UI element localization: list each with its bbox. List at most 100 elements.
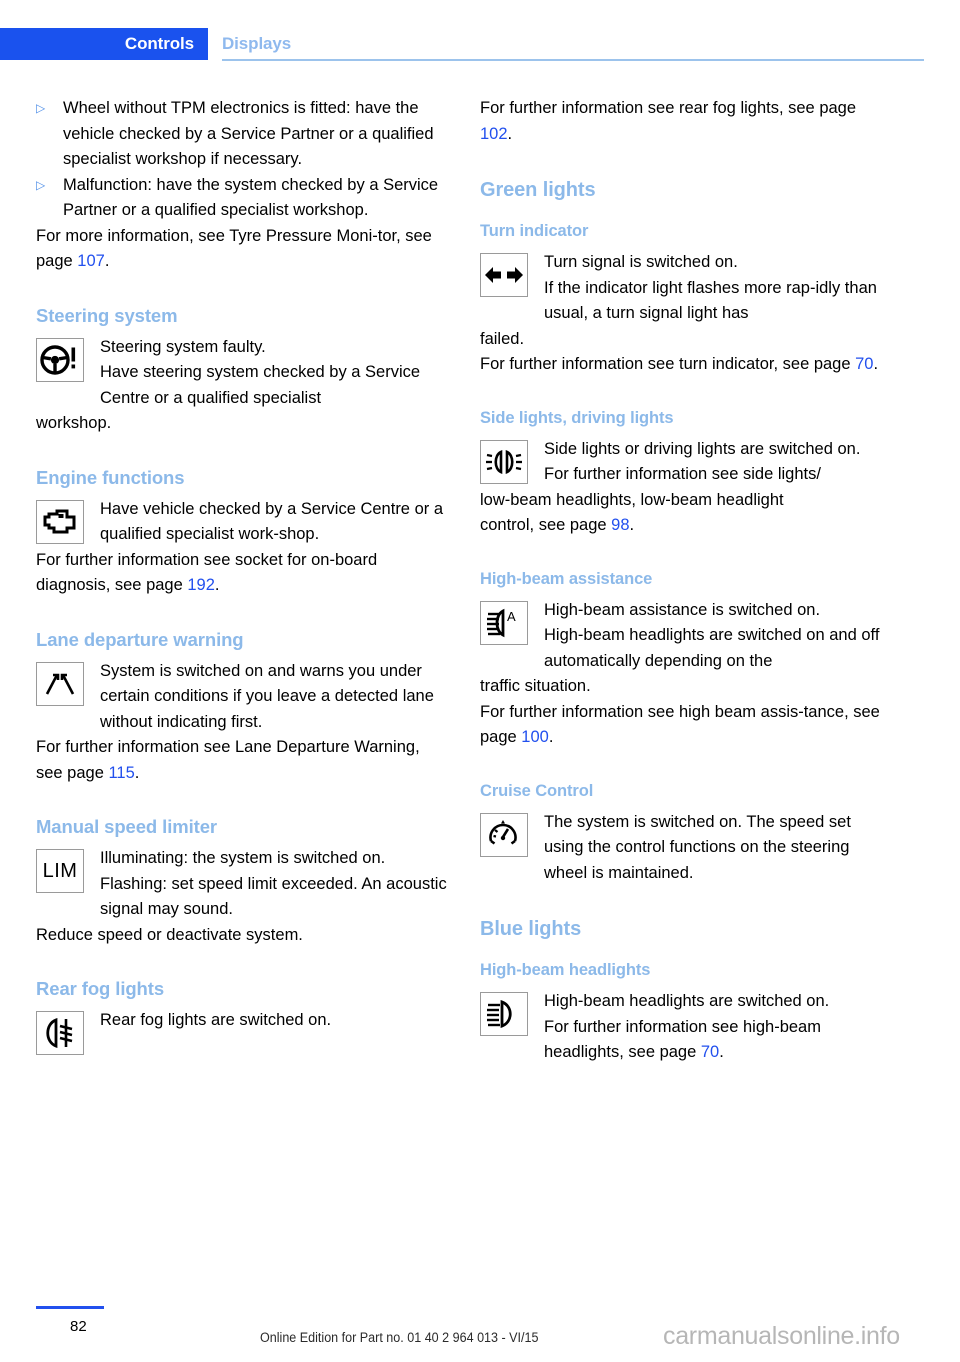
- cruise-control-speedometer-icon: [480, 812, 528, 857]
- high-beam-assist-icon: A: [480, 600, 528, 645]
- lim-icon: LIM: [36, 849, 84, 893]
- section-heading-engine-functions: Engine functions: [36, 466, 185, 488]
- steering-line-3: workshop.: [36, 414, 112, 432]
- page-link-102[interactable]: 102: [480, 125, 508, 143]
- engine-reference-paragraph: For further information see socket for o…: [36, 548, 448, 599]
- side-line-3: low-beam headlights, low-beam headlight: [480, 490, 784, 509]
- list-item: ▷ Malfunction: have the system checked b…: [36, 173, 448, 224]
- edition-notice: Online Edition for Part no. 01 40 2 964 …: [260, 1330, 539, 1345]
- engine-check-icon: [36, 499, 84, 544]
- header-tab-bar: Controls Displays: [0, 28, 960, 60]
- lim-icon-label: LIM: [42, 859, 78, 882]
- group-heading-blue-lights: Blue lights: [480, 918, 582, 940]
- list-item-text: Malfunction: have the system checked by …: [63, 175, 439, 220]
- steering-system-text: Steering system faulty. Have steering sy…: [36, 335, 448, 437]
- manual-speed-limiter-block: LIM Illuminating: the system is switched…: [36, 846, 448, 923]
- side-line-1: Side lights or driving lights are switch…: [544, 439, 861, 458]
- hbh-ref-text: For further information see high-beam he…: [544, 1017, 821, 1062]
- rear-fog-light-icon: [36, 1011, 84, 1055]
- turn-indicator-arrows-icon: [480, 253, 528, 297]
- footer-divider: [36, 1306, 104, 1309]
- page-number: 82: [70, 1318, 87, 1335]
- section-heading-high-beam-assistance: High-beam assistance: [480, 569, 653, 588]
- site-watermark: carmanualsonline.info: [663, 1322, 900, 1350]
- lane-departure-icon: [36, 661, 84, 706]
- page-header: Controls Displays: [0, 28, 960, 60]
- turn-ref-suffix: .: [873, 355, 879, 373]
- rear-fog-reference-paragraph: For further information see rear fog lig…: [480, 96, 892, 147]
- lane-ref-prefix: For further information see Lane Departu…: [36, 738, 420, 782]
- hba-line-1: High-beam assistance is switched on.: [544, 600, 821, 619]
- side-lights-text: Side lights or driving lights are switch…: [480, 437, 892, 514]
- hbh-line-2: For further information see high-beam he…: [480, 1015, 892, 1066]
- page-link-70-turn[interactable]: 70: [855, 355, 873, 373]
- hba-line-2: High-beam headlights are switched on and…: [544, 626, 880, 670]
- left-column: ▷ Wheel without TPM electronics is fitte…: [36, 96, 448, 1058]
- section-heading-turn-indicator: Turn indicator: [480, 222, 589, 240]
- manual-speed-limiter-text: Illuminating: the system is switched on.…: [36, 846, 448, 923]
- header-divider: [222, 59, 924, 61]
- page-link-70-highbeam[interactable]: 70: [701, 1043, 719, 1061]
- list-item: ▷ Wheel without TPM electronics is fitte…: [36, 96, 448, 173]
- rear-fog-lights-block: Rear fog lights are switched on.: [36, 1008, 448, 1058]
- section-heading-cruise-control: Cruise Control: [480, 781, 594, 800]
- high-beam-assistance-text: High-beam assistance is switched on. Hig…: [480, 598, 892, 700]
- svg-text:A: A: [507, 609, 516, 624]
- triangle-bullet-icon: ▷: [36, 101, 46, 115]
- high-beam-assistance-block: A High-beam assistance is switched on. H…: [480, 598, 892, 700]
- turn-ref-prefix: For further information see turn indicat…: [480, 355, 856, 373]
- high-beam-headlight-icon: [480, 992, 528, 1036]
- list-item-text: Wheel without TPM electronics is fitted:…: [63, 99, 434, 168]
- side-line-2: For further information see side lights/: [544, 465, 821, 483]
- rear-fog-line-1: Rear fog lights are switched on.: [100, 1011, 332, 1029]
- side-ref-prefix: control, see page: [480, 516, 612, 534]
- section-heading-side-lights: Side lights, driving lights: [480, 408, 674, 427]
- rfl-ref-prefix: For further information see rear fog lig…: [480, 99, 857, 117]
- rear-fog-lights-text: Rear fog lights are switched on.: [36, 1008, 448, 1034]
- high-beam-headlights-block: High-beam headlights are switched on. Fo…: [480, 989, 892, 1066]
- rfl-ref-suffix: .: [507, 124, 513, 143]
- turn-line-3: failed.: [480, 329, 525, 348]
- turn-indicator-block: Turn signal is switched on. If the indic…: [480, 250, 892, 352]
- cruise-control-text: The system is switched on. The speed set…: [480, 810, 892, 887]
- steering-wheel-warning-icon: [36, 337, 84, 382]
- cruise-control-block: The system is switched on. The speed set…: [480, 810, 892, 887]
- turn-line-1: Turn signal is switched on.: [544, 253, 738, 271]
- engine-functions-text: Have vehicle checked by a Service Centre…: [36, 497, 448, 548]
- lim-extra-paragraph: Reduce speed or deactivate system.: [36, 925, 303, 944]
- high-beam-headlights-text: High-beam headlights are switched on. Fo…: [480, 989, 892, 1066]
- tab-controls[interactable]: Controls: [0, 28, 208, 60]
- hba-line-3: traffic situation.: [480, 677, 591, 695]
- side-lights-block: Side lights or driving lights are switch…: [480, 437, 892, 514]
- steering-system-block: Steering system faulty. Have steering sy…: [36, 335, 448, 437]
- turn-reference-paragraph: For further information see turn indicat…: [480, 352, 892, 378]
- triangle-bullet-icon: ▷: [36, 177, 46, 192]
- lane-ref-suffix: .: [134, 763, 140, 782]
- page-link-107[interactable]: 107: [77, 252, 105, 270]
- hbh-line-1: High-beam headlights are switched on.: [544, 992, 830, 1010]
- section-heading-manual-speed-limiter: Manual speed limiter: [36, 816, 217, 837]
- lane-line-1: System is switched on and warns you unde…: [100, 661, 434, 731]
- turn-line-2: If the indicator light flashes more rap‐…: [544, 278, 877, 323]
- hbh-ref-suffix: .: [719, 1043, 724, 1061]
- lim-line-2: Flashing: set speed limit exceeded. An a…: [100, 874, 447, 919]
- page-link-98[interactable]: 98: [611, 516, 629, 534]
- hba-reference-paragraph: For further information see high beam as…: [480, 700, 892, 751]
- tab-displays[interactable]: Displays: [208, 28, 291, 60]
- lane-reference-paragraph: For further information see Lane Departu…: [36, 735, 448, 786]
- side-reference-paragraph: control, see page 98.: [480, 513, 892, 539]
- engine-ref-suffix: .: [214, 576, 220, 594]
- hba-ref-suffix: .: [548, 728, 554, 746]
- page-link-192[interactable]: 192: [187, 576, 215, 594]
- tpm-reference-paragraph: For more information, see Tyre Pressure …: [36, 224, 448, 275]
- page-link-100[interactable]: 100: [521, 728, 549, 746]
- section-heading-rear-fog-lights: Rear fog lights: [36, 978, 165, 999]
- right-column: For further information see rear fog lig…: [480, 96, 892, 1066]
- group-heading-green-lights: Green lights: [480, 179, 596, 201]
- steering-line-2: Have steering system checked by a Servic…: [100, 363, 421, 407]
- section-heading-high-beam-headlights: High-beam headlights: [480, 961, 651, 979]
- turn-indicator-text: Turn signal is switched on. If the indic…: [480, 250, 892, 352]
- side-ref-suffix: .: [629, 516, 635, 534]
- side-lights-icon: [480, 439, 528, 484]
- page-link-115[interactable]: 115: [108, 764, 134, 782]
